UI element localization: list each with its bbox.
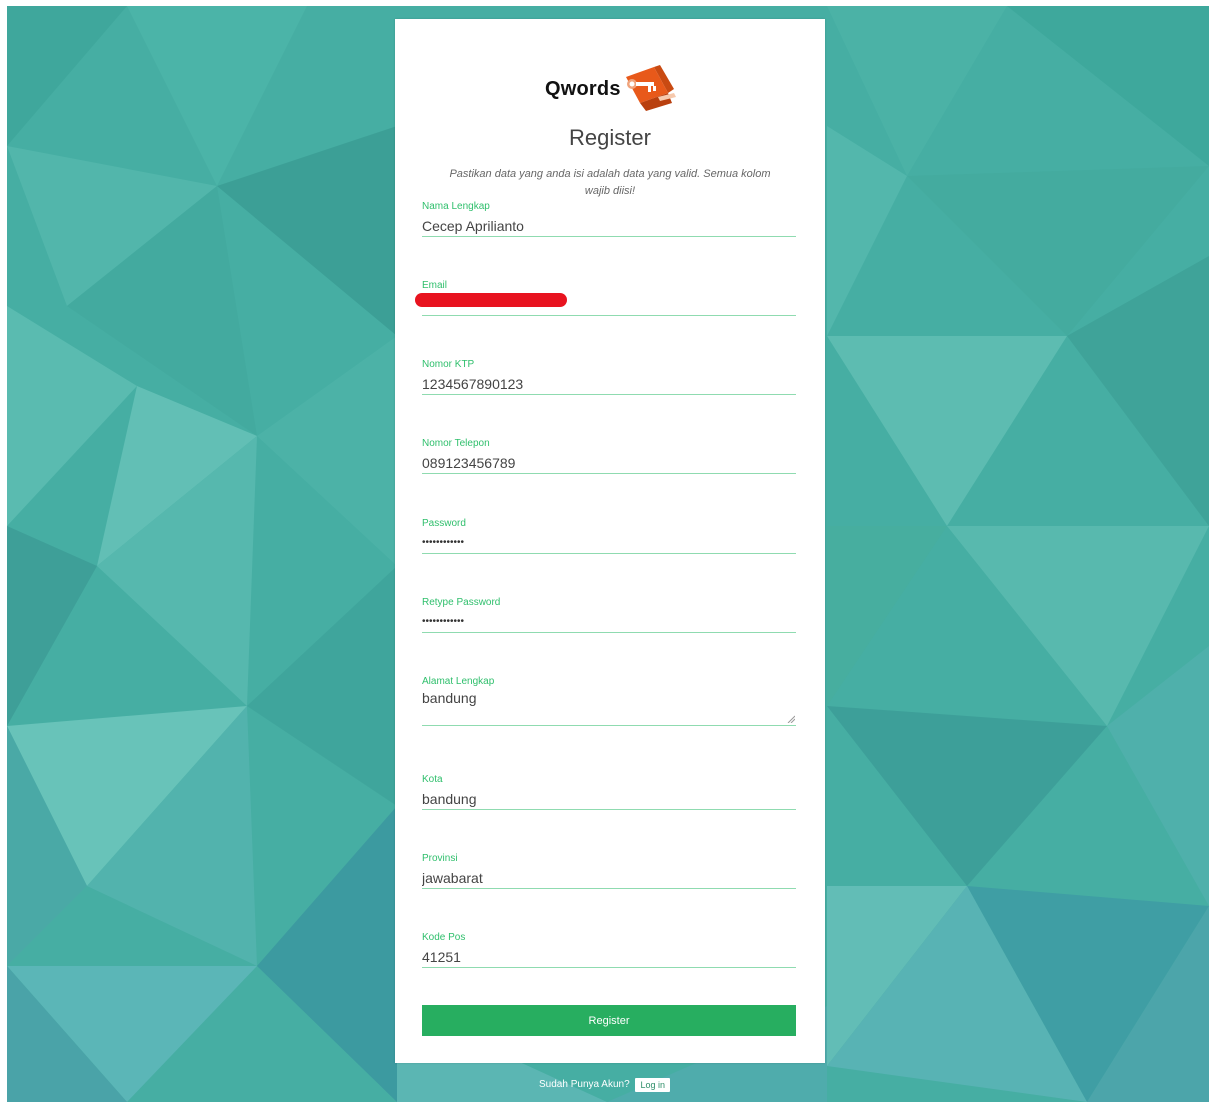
register-card: Qwords Register Pastikan data yang anda … — [395, 19, 825, 1063]
kode-pos-input[interactable] — [422, 946, 796, 968]
field-label: Nomor KTP — [422, 359, 475, 370]
field-kode-pos: Kode Pos — [422, 931, 796, 968]
footer-question: Sudah Punya Akun? — [539, 1079, 630, 1090]
alamat-lengkap-textarea[interactable]: bandung — [422, 690, 796, 726]
nama-lengkap-input[interactable] — [422, 215, 796, 237]
brand-header: Qwords — [395, 63, 825, 115]
field-nomor-telepon: Nomor Telepon — [422, 437, 796, 474]
brand-name: Qwords — [545, 78, 621, 100]
field-nomor-ktp: Nomor KTP — [422, 358, 796, 395]
retype-password-input[interactable] — [422, 611, 796, 633]
nomor-telepon-input[interactable] — [422, 452, 796, 474]
login-link[interactable]: Log in — [635, 1078, 670, 1092]
field-email: Email — [415, 279, 796, 316]
provinsi-input[interactable] — [422, 867, 796, 889]
nomor-ktp-input[interactable] — [422, 373, 796, 395]
qwords-logo-icon — [626, 65, 676, 111]
page-title: Register — [569, 125, 651, 150]
field-label: Alamat Lengkap — [422, 676, 495, 687]
email-redaction-mark — [415, 293, 567, 307]
kota-input[interactable] — [422, 788, 796, 810]
register-button[interactable]: Register — [422, 1005, 796, 1036]
field-nama-lengkap: Nama Lengkap — [422, 200, 796, 237]
field-label: Retype Password — [422, 597, 501, 608]
footer-login-prompt: Sudah Punya Akun? Log in — [0, 1077, 1209, 1093]
page-subtitle: Pastikan data yang anda isi adalah data … — [449, 168, 771, 197]
field-password: Password — [422, 517, 796, 554]
field-label: Email — [422, 280, 448, 291]
field-label: Nama Lengkap — [422, 201, 490, 212]
field-alamat-lengkap: Alamat Lengkap bandung — [422, 675, 796, 726]
field-provinsi: Provinsi — [422, 852, 796, 889]
field-label: Kode Pos — [422, 932, 466, 943]
field-label: Kota — [422, 774, 443, 785]
field-kota: Kota — [422, 773, 796, 810]
field-retype-password: Retype Password — [422, 596, 796, 633]
field-label: Nomor Telepon — [422, 438, 490, 449]
password-input[interactable] — [422, 532, 796, 554]
resize-grip-icon[interactable] — [787, 715, 795, 723]
field-label: Password — [422, 518, 466, 529]
field-label: Provinsi — [422, 853, 458, 864]
